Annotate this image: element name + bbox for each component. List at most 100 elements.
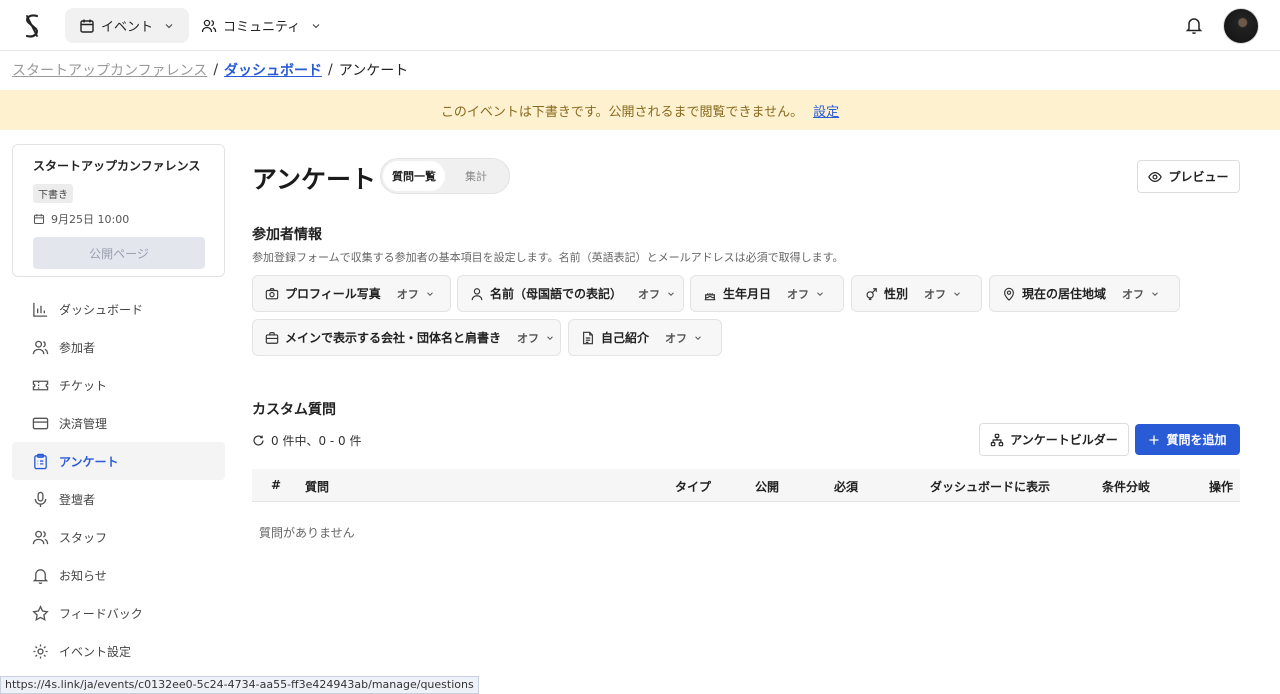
chip-company-title[interactable]: メインで表示する会社・団体名と肩書き オフ [252, 319, 561, 356]
gender-icon [866, 287, 877, 300]
column-header: # [271, 478, 282, 492]
sidebar-item-label: ダッシュボード [59, 302, 144, 317]
chip-label: 自己紹介 [601, 331, 650, 345]
public-page-button[interactable]: 公開ページ [33, 237, 205, 269]
banner-settings-link[interactable]: 設定 [813, 101, 839, 120]
staff-icon [32, 530, 49, 544]
chevron-down-icon [547, 335, 553, 340]
chevron-down-icon [817, 291, 823, 296]
plus-icon [1149, 435, 1159, 444]
chip-self-intro[interactable]: 自己紹介 オフ [568, 319, 722, 356]
survey-builder-button[interactable]: アンケートビルダー [979, 423, 1129, 456]
nav-event-label: イベント [101, 20, 154, 35]
column-header: 条件分岐 [1102, 480, 1151, 494]
event-date-text: 9月25日 10:00 [51, 213, 130, 226]
eye-icon [1148, 171, 1163, 182]
column-header: タイプ [675, 480, 712, 494]
page-title: アンケート [252, 165, 377, 194]
chip-native-name[interactable]: 名前（母国語での表記） オフ [457, 275, 684, 312]
chevron-down-icon [426, 291, 433, 296]
chip-profile-photo[interactable]: プロフィール写真 オフ [252, 275, 451, 312]
breadcrumb-separator: / [328, 62, 333, 78]
chip-label: 名前（母国語での表記） [490, 287, 623, 301]
sidebar-item-notices[interactable]: お知らせ [12, 556, 225, 594]
sidebar-item-staff[interactable]: スタッフ [12, 518, 225, 556]
top-bar: イベント コミュニティ [0, 0, 1280, 51]
chevron-down-icon [954, 291, 960, 296]
sidebar-item-label: お知らせ [59, 568, 107, 583]
question-count-text: 0 件中、0 - 0 件 [271, 434, 362, 448]
chip-state: オフ [787, 287, 810, 301]
camera-icon [265, 287, 279, 299]
event-name: スタートアップカンファレンス [33, 159, 201, 173]
sidebar-item-survey[interactable]: アンケート [12, 442, 225, 480]
tab-question-list[interactable]: 質問一覧 [383, 161, 445, 191]
survey-builder-label: アンケートビルダー [1010, 433, 1118, 447]
refresh-icon[interactable] [252, 434, 265, 447]
chip-label: プロフィール写真 [285, 287, 381, 301]
participant-info-title: 参加者情報 [252, 227, 322, 243]
sidebar-item-label: スタッフ [59, 530, 108, 545]
column-header: 必須 [834, 480, 859, 494]
question-count: 0 件中、0 - 0 件 [252, 432, 362, 449]
chip-residence[interactable]: 現在の居住地域 オフ [989, 275, 1180, 312]
sidebar-item-event-settings[interactable]: イベント設定 [12, 632, 225, 670]
sidebar-item-label: チケット [59, 378, 108, 393]
chevron-down-icon [165, 23, 173, 28]
avatar[interactable] [1223, 8, 1259, 44]
custom-questions-title: カスタム質問 [252, 402, 336, 418]
chip-label: 性別 [884, 287, 909, 301]
mic-icon [34, 491, 47, 507]
sidebar-item-label: アンケート [59, 454, 119, 469]
chevron-down-icon [312, 23, 320, 28]
questions-table-header: # 質問 タイプ 公開 必須 ダッシュボードに表示 条件分岐 操作 [252, 469, 1240, 502]
calendar-icon [80, 19, 94, 33]
chip-label: 現在の居住地域 [1022, 287, 1107, 301]
nav-event-menu[interactable]: イベント [65, 8, 190, 43]
nav-community-label: コミュニティ [223, 20, 301, 35]
sidebar-item-participants[interactable]: 参加者 [12, 328, 225, 366]
tab-summary[interactable]: 集計 [445, 161, 507, 191]
calendar-icon [33, 214, 45, 225]
sidebar-item-feedback[interactable]: フィードバック [12, 594, 225, 632]
column-header: 質問 [305, 480, 330, 494]
clipboard-icon [34, 453, 47, 469]
view-tabs: 質問一覧 集計 [380, 158, 510, 194]
event-card: スタートアップカンファレンス 下書き 9月25日 10:00 公開ページ [12, 144, 225, 277]
participant-info-description: 参加登録フォームで収集する参加者の基本項目を設定します。名前（英語表記）とメール… [252, 251, 844, 264]
breadcrumb-dashboard-link[interactable]: ダッシュボード [224, 60, 322, 80]
logo-icon[interactable] [20, 12, 44, 40]
preview-button-label: プレビュー [1168, 170, 1229, 184]
sidebar-item-payments[interactable]: 決済管理 [12, 404, 225, 442]
breadcrumb-event-link[interactable]: スタートアップカンファレンス [12, 60, 207, 80]
person-icon [471, 287, 483, 300]
column-header: 操作 [1209, 480, 1234, 494]
draft-banner: このイベントは下書きです。公開されるまで閲覧できません。 設定 [0, 90, 1280, 130]
sidebar: ダッシュボード 参加者 チケット 決済管理 アンケート 登壇者 スタッフ お知ら… [12, 290, 225, 670]
sidebar-item-tickets[interactable]: チケット [12, 366, 225, 404]
event-date: 9月25日 10:00 [33, 211, 204, 227]
draft-banner-text: このイベントは下書きです。公開されるまで閲覧できません。 [440, 104, 804, 120]
add-question-button[interactable]: 質問を追加 [1135, 424, 1240, 455]
chip-state: オフ [517, 331, 540, 345]
sidebar-item-speakers[interactable]: 登壇者 [12, 480, 225, 518]
bell-icon[interactable] [1184, 15, 1204, 35]
sidebar-item-label: 決済管理 [59, 416, 108, 431]
chip-gender[interactable]: 性別 オフ [851, 275, 982, 312]
sidebar-item-label: フィードバック [59, 606, 143, 621]
preview-button[interactable]: プレビュー [1137, 160, 1240, 193]
chip-birthday[interactable]: 生年月日 オフ [690, 275, 844, 312]
sidebar-item-dashboard[interactable]: ダッシュボード [12, 290, 225, 328]
users-icon [32, 340, 49, 354]
briefcase-icon [265, 331, 279, 344]
chip-state: オフ [1122, 287, 1145, 301]
chip-state: オフ [924, 287, 947, 301]
chevron-down-icon [695, 335, 701, 340]
cake-icon [704, 292, 716, 300]
chip-label: メインで表示する会社・団体名と肩書き [285, 331, 502, 345]
nav-community-menu[interactable]: コミュニティ [187, 8, 336, 43]
chip-state: オフ [396, 287, 419, 301]
credit-card-icon [32, 417, 49, 429]
add-question-label: 質問を追加 [1166, 433, 1227, 447]
status-bar-url: https://4s.link/ja/events/c0132ee0-5c24-… [0, 676, 479, 694]
